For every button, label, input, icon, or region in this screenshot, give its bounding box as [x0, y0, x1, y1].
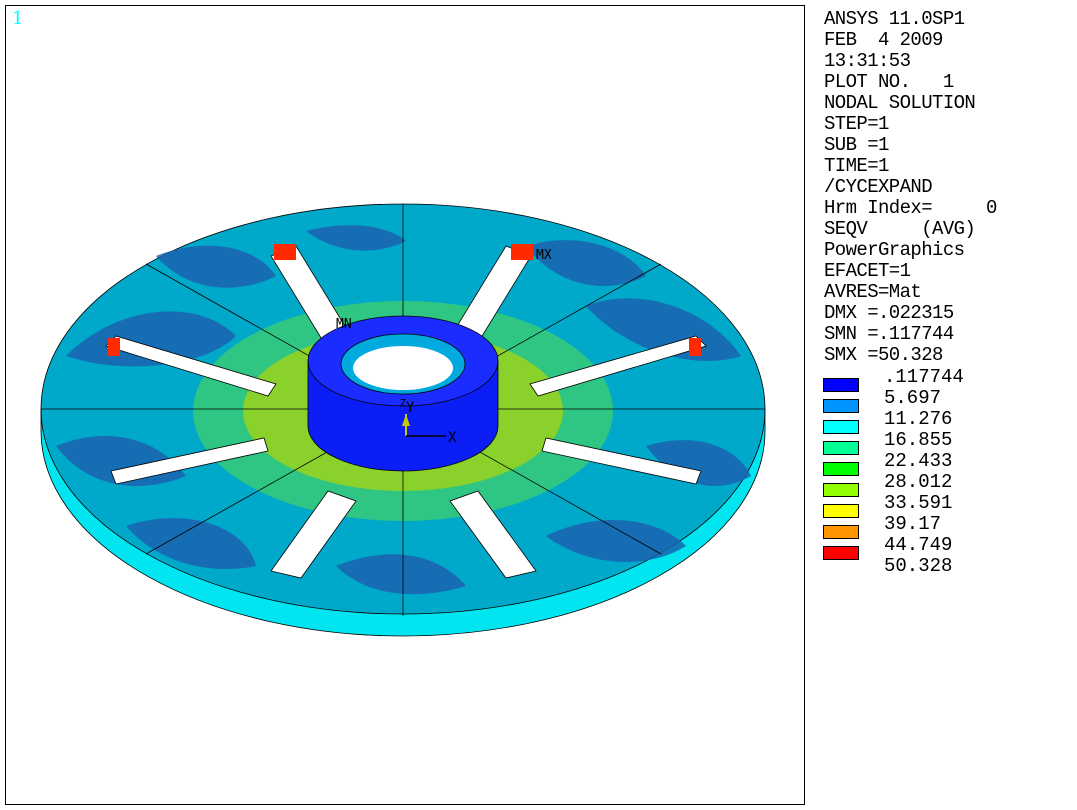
legend-value: .117744: [884, 366, 964, 388]
info-line: PowerGraphics: [824, 239, 965, 261]
legend-value: 39.17: [884, 513, 942, 535]
legend-row: 33.591: [822, 492, 1072, 518]
triad-z-label: Z: [400, 398, 406, 409]
max-marker: MX: [536, 248, 552, 263]
plot-info-panel: ANSYS 11.0SP1 FEB 4 2009 13:31:53 PLOT NO. …: [824, 9, 1074, 366]
hub-bore-inner: [353, 346, 453, 390]
graphics-viewport[interactable]: 1 X Y Z MX MN: [5, 5, 805, 805]
info-line: ANSYS 11.0SP1: [824, 8, 965, 30]
legend-value: 44.749: [884, 534, 953, 556]
info-line: SMX =50.328: [824, 344, 943, 366]
legend-value: 33.591: [884, 492, 953, 514]
info-line: Hrm Index= 0: [824, 197, 997, 219]
info-line: NODAL SOLUTION: [824, 92, 976, 114]
info-line: EFACET=1: [824, 260, 911, 282]
legend-row: .117744: [822, 366, 1072, 392]
legend-value: 28.012: [884, 471, 953, 493]
info-line: SUB =1: [824, 134, 889, 156]
legend-row: 5.697: [822, 387, 1072, 413]
min-marker: MN: [336, 317, 352, 332]
legend-value: 11.276: [884, 408, 953, 430]
info-line: TIME=1: [824, 155, 889, 177]
legend-value: 5.697: [884, 387, 942, 409]
info-line: AVRES=Mat: [824, 281, 922, 303]
info-line: SMN =.117744: [824, 323, 954, 345]
legend-row: 44.749: [822, 534, 1072, 560]
legend-value: 50.328: [884, 555, 953, 577]
legend-value: 22.433: [884, 450, 953, 472]
info-line: SEQV (AVG): [824, 218, 976, 240]
triad-x-label: X: [448, 430, 457, 446]
info-line: DMX =.022315: [824, 302, 954, 324]
info-line: PLOT NO. 1: [824, 71, 954, 93]
info-line: /CYCEXPAND: [824, 176, 933, 198]
info-line: FEB 4 2009: [824, 29, 943, 51]
info-line: 13:31:53: [824, 50, 911, 72]
info-line: STEP=1: [824, 113, 889, 135]
stress-contour-model: X Y Z MX MN: [40, 203, 766, 637]
legend-row: 50.328: [822, 556, 1072, 577]
legend-row: 11.276: [822, 408, 1072, 434]
legend-row: 22.433: [822, 450, 1072, 476]
legend-row: 16.855: [822, 429, 1072, 455]
legend-value: 16.855: [884, 429, 953, 451]
contour-legend: .117744 5.697 11.276 16.855 22.433 28.012 33.5…: [822, 367, 1072, 577]
legend-row: 39.17: [822, 513, 1072, 539]
triad-y-label: Y: [406, 400, 415, 416]
legend-row: 28.012: [822, 471, 1072, 497]
